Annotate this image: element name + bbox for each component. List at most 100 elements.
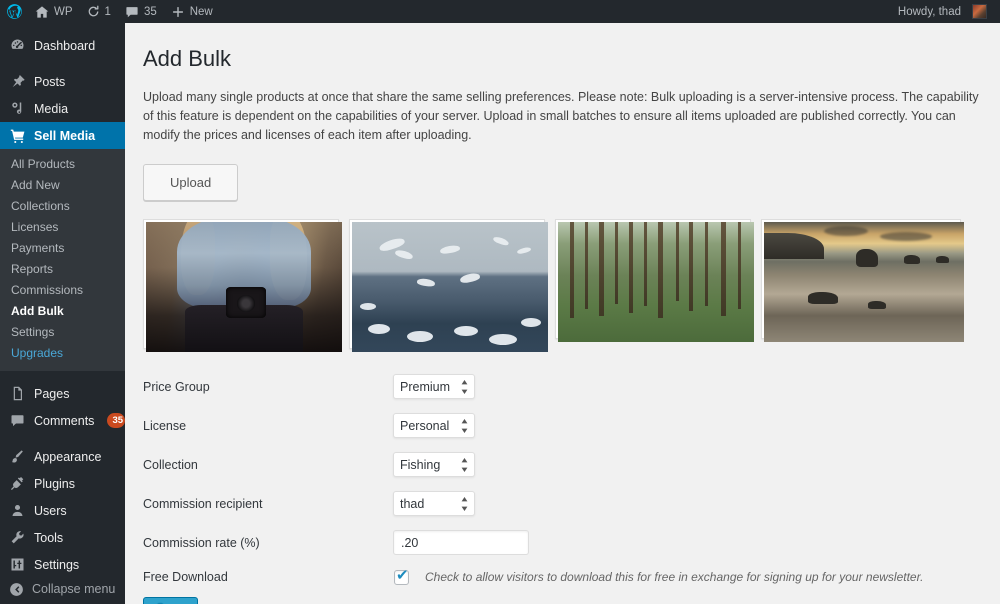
sidebar-item-users[interactable]: Users [0, 497, 125, 524]
thumbnail-image [558, 222, 754, 343]
comments-menu[interactable]: 35 [118, 0, 164, 23]
sidebar-item-plugins[interactable]: Plugins [0, 470, 125, 497]
submenu-item-payments[interactable]: Payments [0, 238, 125, 259]
comment-bubble-icon [125, 5, 139, 19]
submenu-item-all-products[interactable]: All Products [0, 154, 125, 175]
sidebar-item-label: Plugins [34, 476, 75, 491]
sidebar-item-sell-media[interactable]: Sell Media [0, 122, 133, 149]
comments-count-badge: 35 [107, 413, 125, 428]
commission-recipient-select[interactable]: thad [393, 491, 475, 517]
my-account-menu[interactable]: Howdy, thad [891, 0, 994, 23]
price-group-select[interactable]: Premium [393, 374, 475, 400]
sidebar-item-label: Settings [34, 557, 80, 572]
page-description: Upload many single products at once that… [143, 89, 979, 143]
thumbnail-image [146, 222, 342, 353]
submenu-item-reports[interactable]: Reports [0, 259, 125, 280]
license-select-wrap: Personal [393, 413, 475, 439]
thumb-detail [585, 222, 589, 309]
sidebar-item-pages[interactable]: Pages [0, 380, 125, 407]
sidebar-item-label: Comments [34, 413, 95, 428]
submenu-item-licenses[interactable]: Licenses [0, 217, 125, 238]
sidebar-item-label: Sell Media [34, 128, 96, 143]
sidebar-item-dashboard[interactable]: Dashboard [0, 32, 125, 59]
cart-icon [9, 127, 26, 144]
submenu-item-settings[interactable]: Settings [0, 322, 125, 343]
avatar [972, 4, 987, 19]
thumb-detail [489, 334, 518, 346]
thumb-detail [453, 326, 478, 337]
field-row-collection: Collection Fishing [143, 445, 980, 484]
field-row-free-download: Free Download Check to allow visitors to… [143, 562, 980, 592]
free-download-description: Check to allow visitors to download this… [425, 570, 924, 585]
sidebar-divider [0, 434, 125, 443]
sell-media-submenu: All Products Add New Collections License… [0, 149, 125, 371]
brush-icon [9, 448, 26, 465]
thumb-detail [367, 323, 390, 334]
sidebar-item-posts[interactable]: Posts [0, 68, 125, 95]
thumb-detail [904, 254, 920, 264]
thumb-detail [657, 222, 663, 319]
collection-select[interactable]: Fishing [393, 452, 475, 478]
license-label: License [143, 418, 187, 433]
thumb-detail [492, 235, 510, 247]
sidebar-item-label: Pages [34, 386, 70, 401]
license-select[interactable]: Personal [393, 413, 475, 439]
thumbnail-birds-over-water[interactable] [349, 219, 548, 353]
collection-label: Collection [143, 457, 198, 472]
thumbnail-rocky-beach-sunset[interactable] [761, 219, 964, 343]
thumb-detail [856, 248, 878, 267]
field-row-license: License Personal [143, 406, 980, 445]
thumb-detail [628, 222, 633, 314]
admin-bar: WP 1 35 New Howdy, thad [0, 0, 1000, 23]
updates-menu[interactable]: 1 [80, 0, 118, 23]
thumb-detail [459, 272, 481, 285]
new-content-label: New [189, 5, 213, 18]
site-name-menu[interactable]: WP [28, 0, 80, 23]
commission-rate-label: Commission rate (%) [143, 535, 260, 550]
bulk-settings-form: Price Group Premium License Personal Col… [143, 367, 980, 604]
submenu-item-add-new[interactable]: Add New [0, 175, 125, 196]
collection-select-wrap: Fishing [393, 452, 475, 478]
free-download-checkbox[interactable] [394, 568, 409, 585]
submenu-item-upgrades[interactable]: Upgrades [0, 343, 125, 364]
main-content: Add Bulk Upload many single products at … [125, 23, 1000, 604]
sidebar-item-label: Tools [34, 530, 64, 545]
upload-button[interactable]: Upload [143, 163, 239, 202]
submenu-item-commissions[interactable]: Commissions [0, 280, 125, 301]
thumb-detail [569, 222, 574, 319]
thumbnail-girl-with-camera[interactable] [143, 219, 342, 353]
howdy-label: Howdy, thad [897, 5, 961, 18]
thumb-detail [824, 225, 868, 236]
sidebar-item-media[interactable]: Media [0, 95, 125, 122]
sidebar-item-comments[interactable]: Comments 35 [0, 407, 125, 434]
thumb-detail [868, 301, 886, 310]
thumb-detail [644, 222, 648, 307]
sliders-icon [9, 556, 26, 573]
new-content-menu[interactable]: New [164, 0, 220, 23]
sidebar-divider [0, 371, 125, 380]
thumb-detail [516, 246, 532, 255]
commission-recipient-label: Commission recipient [143, 496, 263, 511]
submenu-item-collections[interactable]: Collections [0, 196, 125, 217]
commission-rate-input[interactable] [393, 530, 529, 556]
save-button[interactable]: Save [143, 597, 198, 604]
sidebar-divider [0, 59, 125, 68]
sidebar-item-label: Appearance [34, 449, 102, 464]
thumb-detail [764, 233, 824, 260]
uploaded-thumbnails [143, 219, 980, 353]
price-group-select-wrap: Premium [393, 374, 475, 400]
sidebar-item-label: Posts [34, 74, 66, 89]
thumb-detail [720, 222, 726, 316]
thumb-detail [394, 248, 414, 261]
thumbnail-pine-forest[interactable] [555, 219, 754, 343]
thumb-detail [226, 287, 266, 319]
sidebar-item-tools[interactable]: Tools [0, 524, 125, 551]
sidebar-item-label: Users [34, 503, 67, 518]
updates-icon [87, 5, 100, 18]
thumb-detail [689, 222, 694, 312]
submenu-item-add-bulk[interactable]: Add Bulk [0, 301, 125, 322]
wordpress-logo-icon[interactable] [0, 0, 28, 23]
collapse-menu-button[interactable]: Collapse menu [0, 574, 125, 604]
sidebar-item-appearance[interactable]: Appearance [0, 443, 125, 470]
site-name-label: WP [54, 5, 73, 18]
